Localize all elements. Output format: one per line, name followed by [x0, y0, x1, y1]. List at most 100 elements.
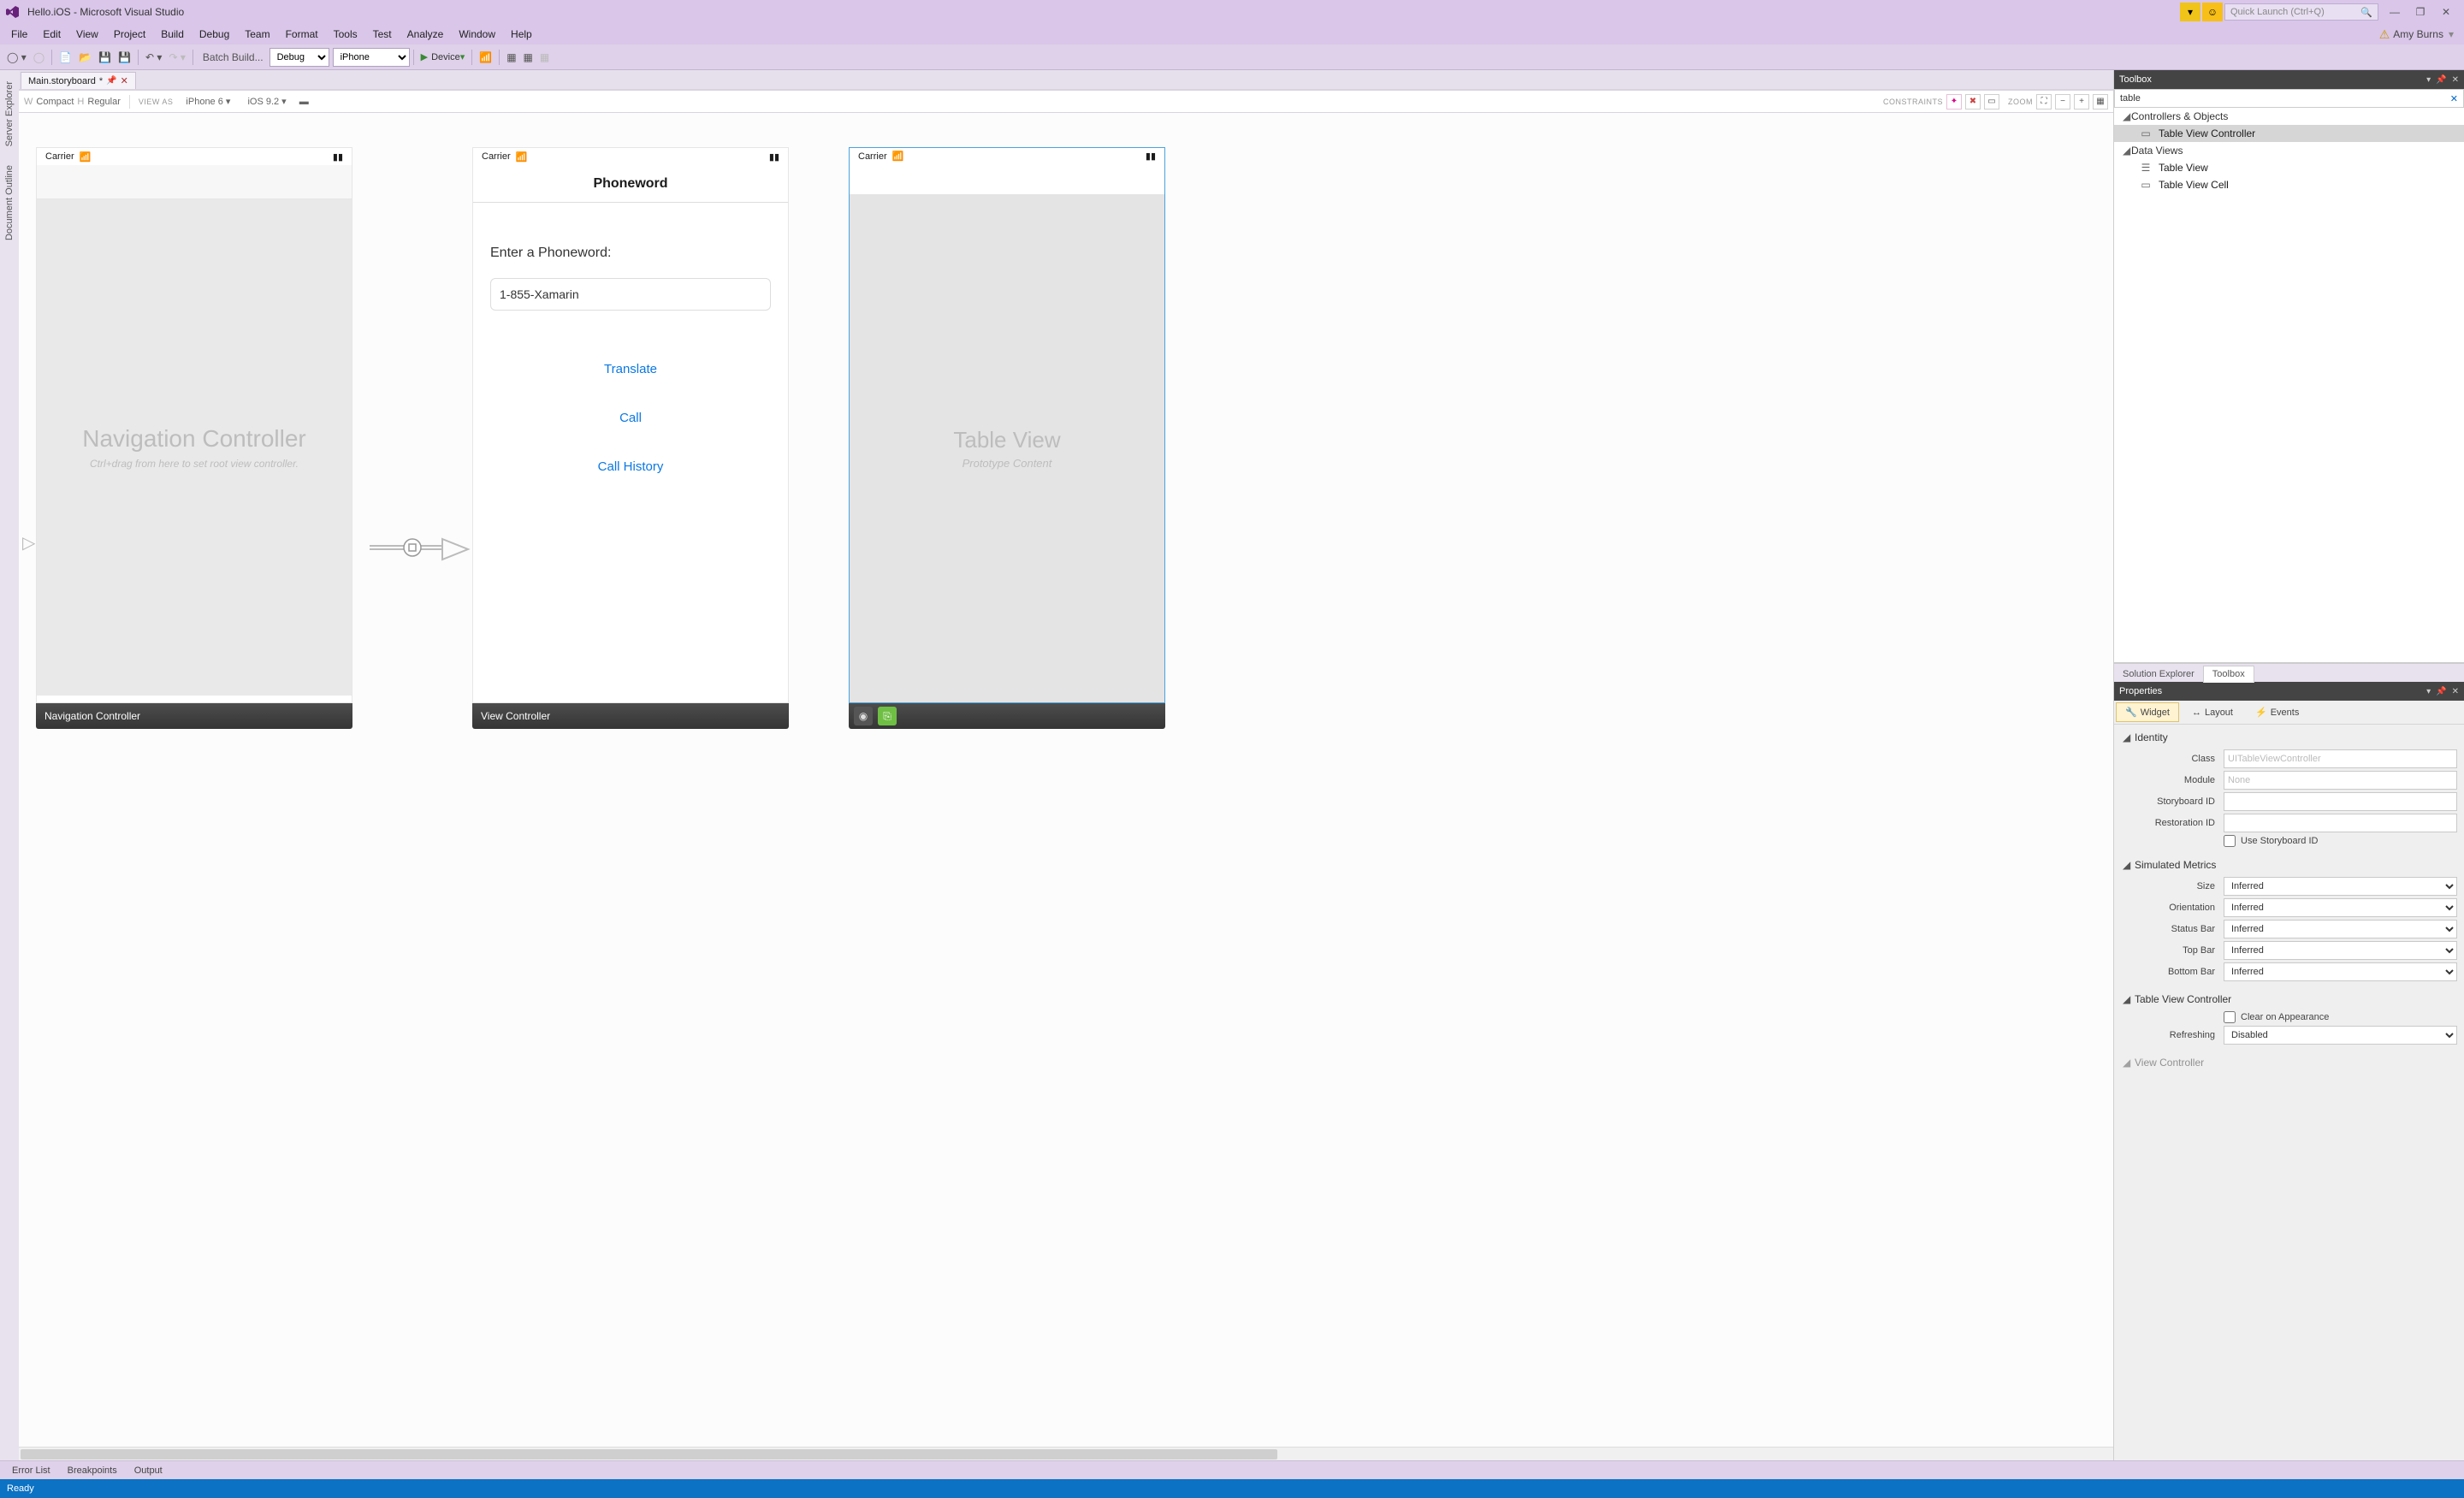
- document-outline-tab[interactable]: Document Outline: [2, 157, 17, 248]
- clear-on-appearance-checkbox[interactable]: [2224, 1011, 2236, 1023]
- section-table-view-controller[interactable]: ◢Table View Controller: [2121, 990, 2457, 1009]
- notifications-flag-icon[interactable]: ▾: [2180, 3, 2200, 21]
- toolbox-group-controllers[interactable]: ◢Controllers & Objects: [2114, 108, 2464, 125]
- menu-tools[interactable]: Tools: [326, 26, 365, 43]
- config-select[interactable]: Debug: [270, 48, 329, 67]
- tableview-scene-footer[interactable]: ◉ ⎘: [849, 703, 1165, 729]
- bottom-bar-select[interactable]: Inferred: [2224, 962, 2457, 981]
- size-select[interactable]: Inferred: [2224, 877, 2457, 896]
- properties-panel-header[interactable]: Properties ▾ 📌 ✕: [2114, 682, 2464, 701]
- restoration-id-input[interactable]: [2224, 814, 2457, 832]
- exit-icon[interactable]: ⎘: [878, 707, 897, 725]
- call-history-button[interactable]: Call History: [473, 459, 788, 474]
- panel-pin-icon[interactable]: 📌: [2436, 75, 2446, 85]
- pin-icon[interactable]: 📌: [106, 76, 116, 86]
- undo-icon[interactable]: ↶ ▾: [142, 48, 165, 67]
- refreshing-select[interactable]: Disabled: [2224, 1026, 2457, 1045]
- panel-close-icon[interactable]: ✕: [2452, 687, 2459, 696]
- error-list-tab[interactable]: Error List: [3, 1464, 59, 1477]
- breakpoints-tab[interactable]: Breakpoints: [59, 1464, 126, 1477]
- menu-format[interactable]: Format: [278, 26, 326, 43]
- close-tab-icon[interactable]: ✕: [121, 75, 128, 86]
- save-icon[interactable]: 💾: [95, 48, 115, 67]
- toolbar-icon-4[interactable]: ▦: [536, 48, 553, 67]
- toolbox-group-data-views[interactable]: ◢Data Views: [2114, 142, 2464, 159]
- menu-edit[interactable]: Edit: [35, 26, 68, 43]
- menu-project[interactable]: Project: [106, 26, 153, 43]
- scene-table-view-controller[interactable]: Carrier 📶 ▮▮ Table View Prototype Conten…: [849, 147, 1165, 729]
- section-view-controller[interactable]: ◢View Controller: [2121, 1053, 2457, 1072]
- redo-icon[interactable]: ↷ ▾: [165, 48, 188, 67]
- open-file-icon[interactable]: 📂: [75, 48, 95, 67]
- section-identity[interactable]: ◢Identity: [2121, 728, 2457, 747]
- start-debug-button[interactable]: ▶ Device ▾: [418, 48, 469, 67]
- translate-button[interactable]: Translate: [473, 362, 788, 376]
- menu-help[interactable]: Help: [503, 26, 540, 43]
- constraint-btn-2[interactable]: ✖: [1965, 94, 1981, 110]
- scene-view-controller[interactable]: Carrier 📶 ▮▮ Phoneword Enter a Phoneword…: [472, 147, 789, 729]
- batch-build-button[interactable]: Batch Build...: [197, 48, 270, 67]
- toolbox-tab[interactable]: Toolbox: [2203, 666, 2254, 683]
- toolbar-icon-2[interactable]: ▦: [503, 48, 519, 67]
- clear-search-icon[interactable]: ✕: [2450, 93, 2458, 104]
- output-tab[interactable]: Output: [126, 1464, 171, 1477]
- properties-tab-widget[interactable]: 🔧Widget: [2116, 702, 2179, 722]
- phoneword-input[interactable]: 1-855-Xamarin: [490, 278, 771, 311]
- user-name[interactable]: Amy Burns: [2393, 28, 2443, 40]
- top-bar-select[interactable]: Inferred: [2224, 941, 2457, 960]
- panel-dropdown-icon[interactable]: ▾: [2426, 687, 2431, 696]
- platform-select[interactable]: iPhone: [333, 48, 410, 67]
- document-tab-main-storyboard[interactable]: Main.storyboard* 📌 ✕: [21, 72, 136, 89]
- window-restore-button[interactable]: ❐: [2408, 3, 2433, 21]
- first-responder-icon[interactable]: ◉: [854, 707, 873, 725]
- storyboard-id-input[interactable]: [2224, 792, 2457, 811]
- call-button[interactable]: Call: [473, 411, 788, 425]
- zoom-in-button[interactable]: +: [2074, 94, 2089, 110]
- toolbar-icon-1[interactable]: 📶: [476, 48, 495, 67]
- panel-pin-icon[interactable]: 📌: [2436, 687, 2446, 696]
- class-input[interactable]: [2224, 749, 2457, 768]
- nav-back-button[interactable]: ◯ ▾: [3, 48, 30, 67]
- constraint-btn-1[interactable]: ✦: [1946, 94, 1962, 110]
- server-explorer-tab[interactable]: Server Explorer: [2, 74, 17, 154]
- menu-team[interactable]: Team: [237, 26, 277, 43]
- constraint-btn-3[interactable]: ▭: [1984, 94, 1999, 110]
- quick-launch-input[interactable]: Quick Launch (Ctrl+Q) 🔍: [2224, 3, 2378, 21]
- nav-forward-button[interactable]: ◯: [30, 48, 48, 67]
- user-dropdown-icon[interactable]: ▾: [2449, 28, 2454, 40]
- save-all-icon[interactable]: 💾: [115, 48, 134, 67]
- window-minimize-button[interactable]: —: [2382, 3, 2408, 21]
- orientation-icon[interactable]: ▬: [299, 97, 309, 107]
- menu-build[interactable]: Build: [153, 26, 192, 43]
- toolbox-item-table-view-controller[interactable]: ▭ Table View Controller: [2114, 125, 2464, 142]
- menu-test[interactable]: Test: [365, 26, 400, 43]
- menu-analyze[interactable]: Analyze: [400, 26, 452, 43]
- section-simulated-metrics[interactable]: ◢Simulated Metrics: [2121, 856, 2457, 874]
- window-close-button[interactable]: ✕: [2433, 3, 2459, 21]
- toolbox-item-table-view[interactable]: ☰ Table View: [2114, 159, 2464, 176]
- nav-scene-footer[interactable]: Navigation Controller: [36, 703, 352, 729]
- size-class-selector[interactable]: WCompact HRegular: [24, 97, 121, 107]
- zoom-fit-button[interactable]: ⛶: [2036, 94, 2052, 110]
- menu-window[interactable]: Window: [451, 26, 503, 43]
- menu-debug[interactable]: Debug: [192, 26, 237, 43]
- zoom-actual-button[interactable]: ▦: [2093, 94, 2108, 110]
- canvas-horizontal-scrollbar[interactable]: [19, 1447, 2113, 1460]
- storyboard-canvas[interactable]: ▷ Carrier 📶 ▮▮ Navigation Controller Ctr…: [19, 113, 2113, 1447]
- segue-arrow[interactable]: [370, 532, 455, 566]
- toolbox-item-table-view-cell[interactable]: ▭ Table View Cell: [2114, 176, 2464, 193]
- orientation-select[interactable]: Inferred: [2224, 898, 2457, 917]
- toolbar-icon-3[interactable]: ▦: [520, 48, 536, 67]
- module-input[interactable]: [2224, 771, 2457, 790]
- feedback-smile-icon[interactable]: ☺: [2202, 3, 2223, 21]
- device-selector[interactable]: iPhone 6 ▾: [181, 94, 234, 109]
- toolbox-search-input[interactable]: table ✕: [2114, 89, 2464, 108]
- new-project-icon[interactable]: 📄: [56, 48, 75, 67]
- canvas-nav-left-icon[interactable]: ▷: [22, 532, 35, 554]
- panel-dropdown-icon[interactable]: ▾: [2426, 75, 2431, 85]
- solution-explorer-tab[interactable]: Solution Explorer: [2114, 666, 2203, 682]
- menu-file[interactable]: File: [3, 26, 35, 43]
- viewcontroller-scene-footer[interactable]: View Controller: [472, 703, 789, 729]
- status-bar-select[interactable]: Inferred: [2224, 920, 2457, 938]
- toolbox-panel-header[interactable]: Toolbox ▾ 📌 ✕: [2114, 70, 2464, 89]
